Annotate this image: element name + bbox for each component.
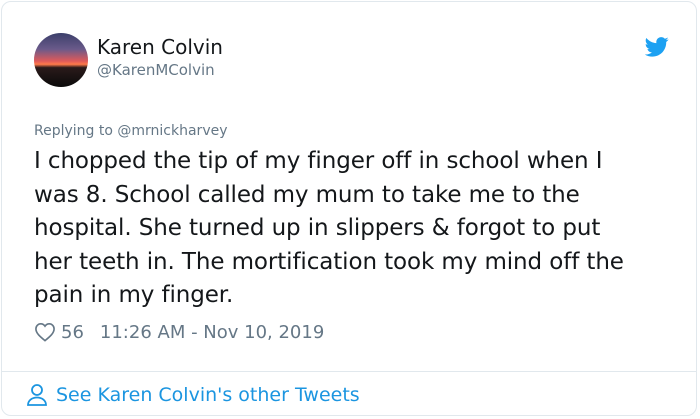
heart-icon[interactable] [34, 322, 56, 342]
person-icon [27, 384, 47, 406]
tweet-card: Karen Colvin @KarenMColvin Replying to @… [1, 1, 697, 416]
tweet-text-line: her teeth in. The mortification took my … [34, 248, 624, 275]
avatar[interactable] [34, 33, 88, 87]
twitter-bird-icon[interactable] [645, 36, 669, 58]
tweet-text-line: pain in my finger. [34, 282, 234, 308]
tweet-meta: 56 11:26 AM - Nov 10, 2019 [34, 320, 324, 344]
see-other-tweets-link[interactable]: See Karen Colvin's other Tweets [26, 383, 360, 407]
author-handle[interactable]: @KarenMColvin [97, 61, 215, 79]
tweet-text-line: hospital. She turned up in slippers & fo… [34, 215, 601, 241]
tweet-text-line: was 8. School called my mum to take me t… [34, 181, 580, 208]
like-count[interactable]: 56 [61, 322, 84, 343]
reply-mention-link[interactable]: @mrnickharvey [117, 123, 227, 139]
replying-to-label: Replying to [34, 123, 118, 139]
replying-to: Replying to @mrnickharvey [34, 123, 228, 139]
tweet-timestamp[interactable]: 11:26 AM - Nov 10, 2019 [100, 322, 324, 343]
author-display-name[interactable]: Karen Colvin [97, 35, 223, 59]
see-other-tweets-label[interactable]: See Karen Colvin's other Tweets [56, 384, 360, 406]
tweet-text-line: I chopped the tip of my finger off in sc… [34, 148, 603, 174]
divider [2, 371, 696, 372]
tweet-text: I chopped the tip of my finger off in sc… [34, 145, 674, 313]
